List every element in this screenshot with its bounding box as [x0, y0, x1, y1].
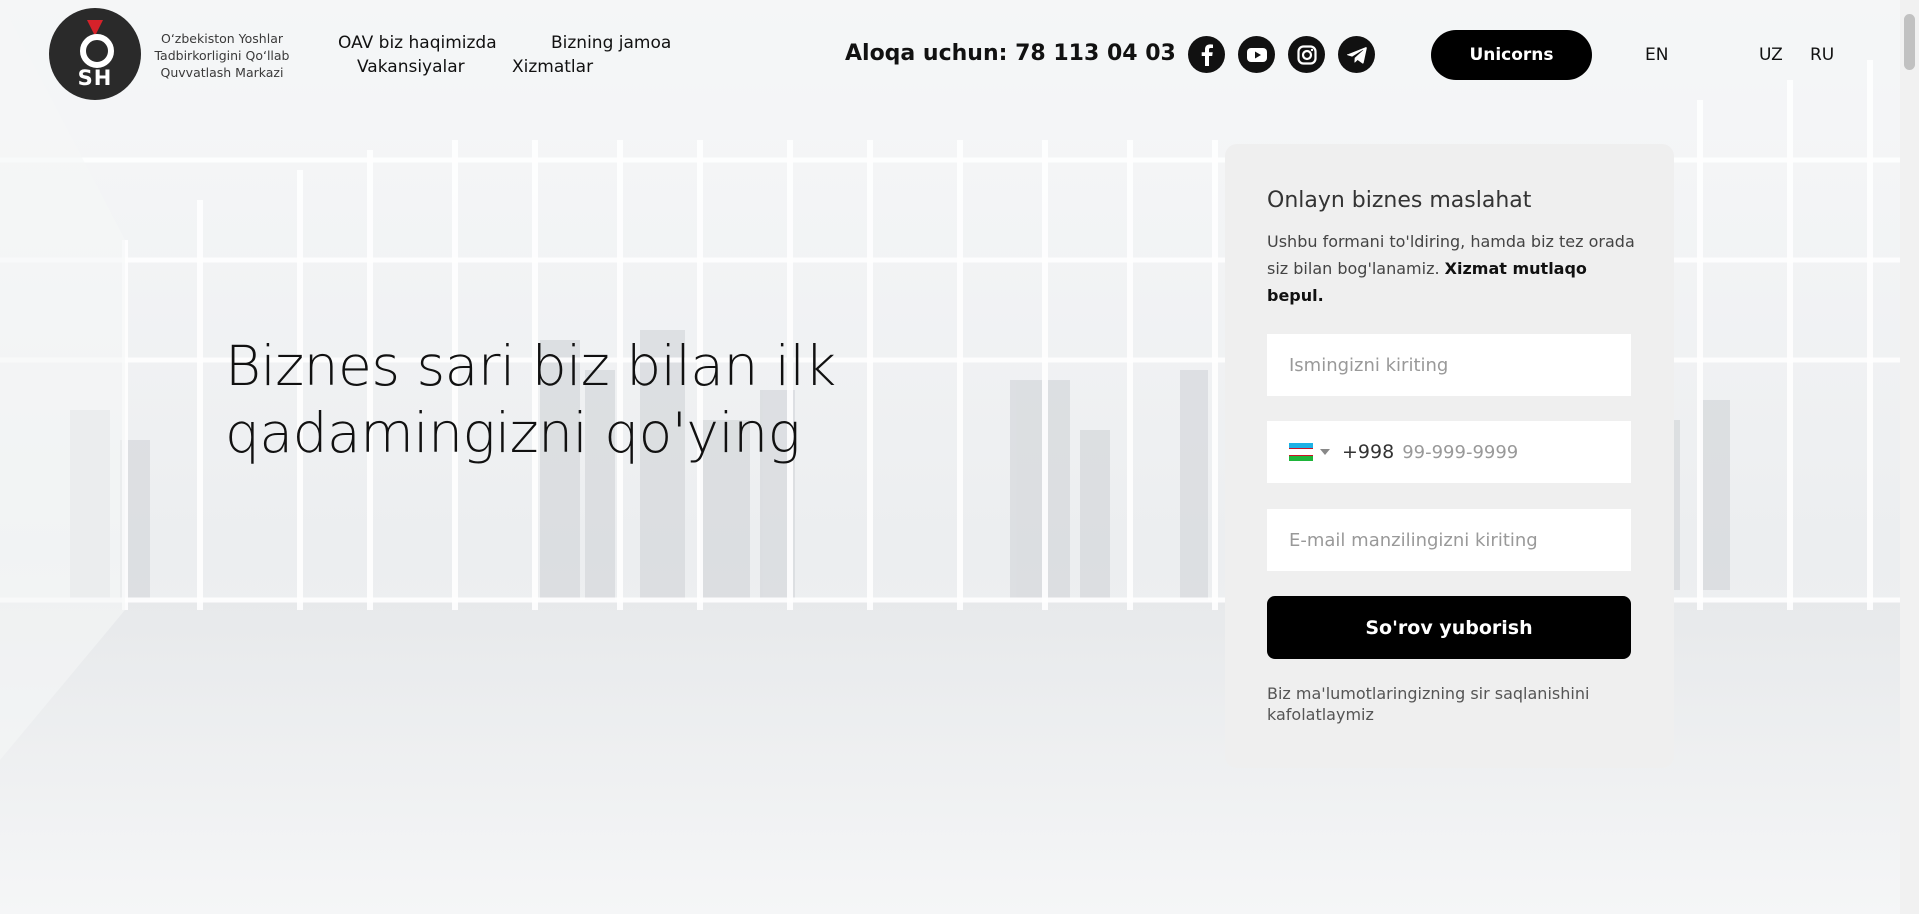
page-scrollbar[interactable]: [1900, 0, 1919, 914]
facebook-icon[interactable]: [1188, 36, 1225, 73]
nav-link-services[interactable]: Xizmatlar: [512, 57, 593, 77]
phone-input[interactable]: [1400, 440, 1605, 464]
form-description: Ushbu formani to'ldiring, hamda biz tez …: [1267, 228, 1637, 309]
chevron-down-icon[interactable]: [1320, 449, 1330, 455]
org-name-line: O‘zbekiston Yoshlar: [161, 31, 283, 46]
nav-link-team[interactable]: Bizning jamoa: [551, 33, 671, 53]
hero-line: qadamingizni qo'ying: [225, 401, 801, 465]
email-input[interactable]: [1267, 509, 1631, 571]
instagram-icon[interactable]: [1288, 36, 1325, 73]
name-input[interactable]: [1267, 334, 1631, 396]
logo-text: SH: [77, 66, 113, 90]
scrollbar-thumb[interactable]: [1904, 14, 1915, 70]
hero-heading: Biznes sari biz bilan ilk qadamingizni q…: [225, 333, 945, 467]
phone-field[interactable]: +998: [1267, 421, 1631, 483]
telegram-icon[interactable]: [1338, 36, 1375, 73]
nav-link-vacancies[interactable]: Vakansiyalar: [357, 57, 465, 77]
organization-name: O‘zbekiston Yoshlar Tadbirkorligini Qo‘l…: [148, 30, 296, 81]
logo-ring: [80, 34, 114, 68]
form-title: Onlayn biznes maslahat: [1267, 188, 1532, 213]
submit-request-button[interactable]: So'rov yuborish: [1267, 596, 1631, 659]
contact-phone[interactable]: Aloqa uchun: 78 113 04 03: [845, 41, 1176, 66]
logo[interactable]: SH: [49, 8, 141, 100]
nav-link-oav[interactable]: OAV biz haqimizda: [338, 33, 497, 53]
consultation-form-card: Onlayn biznes maslahat Ushbu formani to'…: [1225, 144, 1674, 768]
lang-en[interactable]: EN: [1645, 45, 1668, 65]
lang-uz[interactable]: UZ: [1759, 45, 1783, 65]
unicorns-button[interactable]: Unicorns: [1431, 30, 1592, 80]
youtube-icon[interactable]: [1238, 36, 1275, 73]
org-name-line: Quvvatlash Markazi: [160, 65, 284, 80]
uzbekistan-flag-icon[interactable]: [1289, 443, 1313, 461]
phone-country-code: +998: [1342, 441, 1395, 463]
lang-ru[interactable]: RU: [1810, 45, 1834, 65]
privacy-note: Biz ma'lumotlaringizning sir saqlanishin…: [1267, 684, 1590, 724]
org-name-line: Tadbirkorligini Qo‘llab: [154, 48, 290, 63]
hero-line: Biznes sari biz bilan ilk: [225, 334, 836, 398]
